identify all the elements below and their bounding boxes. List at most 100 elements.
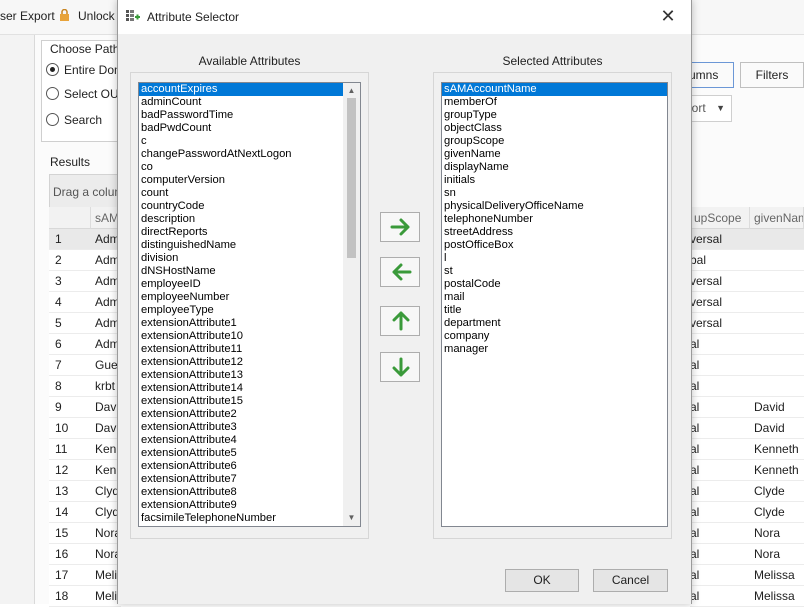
selected-attribute-item[interactable]: displayName [442, 161, 667, 174]
table-row[interactable]: versal [690, 271, 804, 292]
table-row[interactable]: 15 Nora [49, 523, 121, 544]
selected-attribute-item[interactable]: st [442, 265, 667, 278]
givenname-column-header[interactable]: givenNam [750, 207, 804, 229]
selected-attribute-item[interactable]: groupScope [442, 135, 667, 148]
close-icon[interactable]: ✕ [655, 4, 681, 30]
move-up-button[interactable] [380, 306, 420, 336]
available-attribute-item[interactable]: extensionAttribute9 [139, 499, 360, 512]
available-attribute-item[interactable]: co [139, 161, 360, 174]
table-row[interactable]: al [690, 334, 804, 355]
table-row[interactable]: versal [690, 229, 804, 250]
available-attribute-item[interactable]: extensionAttribute3 [139, 421, 360, 434]
available-attribute-item[interactable]: changePasswordAtNextLogon [139, 148, 360, 161]
table-row[interactable]: al David [690, 418, 804, 439]
available-attribute-item[interactable]: description [139, 213, 360, 226]
available-attribute-item[interactable]: count [139, 187, 360, 200]
table-row[interactable]: al Nora [690, 544, 804, 565]
table-row[interactable]: 8 krbt [49, 376, 121, 397]
available-attribute-item[interactable]: division [139, 252, 360, 265]
available-attribute-item[interactable]: extensionAttribute15 [139, 395, 360, 408]
remove-attribute-button[interactable] [380, 257, 420, 287]
available-attribute-item[interactable]: employeeNumber [139, 291, 360, 304]
available-attribute-item[interactable]: facsimileTelephoneNumber [139, 512, 360, 525]
scroll-down-icon[interactable]: ▼ [343, 511, 360, 525]
table-row[interactable]: 1 Adm [49, 229, 121, 250]
available-attribute-item[interactable]: extensionAttribute14 [139, 382, 360, 395]
scrollbar-thumb[interactable] [347, 98, 356, 258]
table-row[interactable]: 2 Adm [49, 250, 121, 271]
add-attribute-button[interactable] [380, 212, 420, 242]
selected-attribute-item[interactable]: streetAddress [442, 226, 667, 239]
available-attribute-item[interactable]: employeeType [139, 304, 360, 317]
selected-attribute-item[interactable]: company [442, 330, 667, 343]
available-attribute-item[interactable]: extensionAttribute4 [139, 434, 360, 447]
available-attribute-item[interactable]: distinguishedName [139, 239, 360, 252]
table-row[interactable]: 5 Adm [49, 313, 121, 334]
selected-attribute-item[interactable]: telephoneNumber [442, 213, 667, 226]
table-row[interactable]: al Clyde [690, 502, 804, 523]
table-row[interactable]: versal [690, 313, 804, 334]
selected-attribute-item[interactable]: objectClass [442, 122, 667, 135]
selected-attribute-item[interactable]: memberOf [442, 96, 667, 109]
table-row[interactable]: al [690, 376, 804, 397]
selected-attribute-item[interactable]: title [442, 304, 667, 317]
selected-attribute-item[interactable]: initials [442, 174, 667, 187]
available-attribute-item[interactable]: countryCode [139, 200, 360, 213]
selected-attribute-item[interactable]: physicalDeliveryOfficeName [442, 200, 667, 213]
radio-select-ou[interactable] [46, 87, 59, 100]
available-attribute-item[interactable]: extensionAttribute1 [139, 317, 360, 330]
available-attribute-item[interactable]: extensionAttribute13 [139, 369, 360, 382]
table-row[interactable]: 13 Clyd [49, 481, 121, 502]
available-attribute-item[interactable]: adminCount [139, 96, 360, 109]
available-attribute-item[interactable]: dNSHostName [139, 265, 360, 278]
table-row[interactable]: 14 Clyd [49, 502, 121, 523]
available-attribute-item[interactable]: computerVersion [139, 174, 360, 187]
available-attribute-item[interactable]: employeeID [139, 278, 360, 291]
table-row[interactable]: al Melissa [690, 565, 804, 586]
selected-attribute-item[interactable]: mail [442, 291, 667, 304]
available-attributes-list[interactable]: accountExpires adminCount badPasswordTime b… [138, 82, 361, 527]
available-attribute-item[interactable]: badPwdCount [139, 122, 360, 135]
unlock-button[interactable]: Unlock [78, 9, 115, 23]
table-row[interactable]: 16 Nora [49, 544, 121, 565]
selected-attribute-item[interactable]: postalCode [442, 278, 667, 291]
selected-attribute-item[interactable]: sAMAccountName [442, 83, 667, 96]
available-attribute-item[interactable]: extensionAttribute8 [139, 486, 360, 499]
selected-attribute-item[interactable]: department [442, 317, 667, 330]
table-row[interactable]: 9 Dav [49, 397, 121, 418]
table-row[interactable]: 11 Kenn [49, 439, 121, 460]
table-row[interactable]: 7 Gue [49, 355, 121, 376]
available-attribute-item[interactable]: extensionAttribute5 [139, 447, 360, 460]
radio-entire-domain[interactable] [46, 63, 59, 76]
scroll-up-icon[interactable]: ▲ [343, 84, 360, 98]
move-down-button[interactable] [380, 352, 420, 382]
available-attribute-item[interactable]: extensionAttribute7 [139, 473, 360, 486]
groupscope-column-header[interactable]: upScope [690, 207, 750, 229]
table-row[interactable]: 4 Adm [49, 292, 121, 313]
table-row[interactable]: al [690, 355, 804, 376]
table-row[interactable]: 6 Adm [49, 334, 121, 355]
user-export-button[interactable]: ser Export [0, 9, 55, 23]
ok-button[interactable]: OK [505, 569, 579, 592]
radio-search[interactable] [46, 113, 59, 126]
selected-attribute-item[interactable]: postOfficeBox [442, 239, 667, 252]
table-row[interactable]: al Kenneth [690, 460, 804, 481]
table-row[interactable]: 12 Kenn [49, 460, 121, 481]
table-row[interactable]: 3 Adm [49, 271, 121, 292]
available-attribute-item[interactable]: accountExpires [139, 83, 360, 96]
available-attribute-item[interactable]: extensionAttribute2 [139, 408, 360, 421]
table-row[interactable]: al David [690, 397, 804, 418]
available-attribute-item[interactable]: extensionAttribute12 [139, 356, 360, 369]
table-row[interactable]: al Clyde [690, 481, 804, 502]
available-attribute-item[interactable]: badPasswordTime [139, 109, 360, 122]
table-row[interactable]: al Kenneth [690, 439, 804, 460]
filters-button[interactable]: Filters [740, 62, 804, 88]
available-attribute-item[interactable]: c [139, 135, 360, 148]
available-attribute-item[interactable]: directReports [139, 226, 360, 239]
available-attribute-item[interactable]: extensionAttribute11 [139, 343, 360, 356]
selected-attribute-item[interactable]: sn [442, 187, 667, 200]
available-attribute-item[interactable]: extensionAttribute10 [139, 330, 360, 343]
selected-attributes-list[interactable]: sAMAccountName memberOf groupType objectCla… [441, 82, 668, 527]
cancel-button[interactable]: Cancel [593, 569, 668, 592]
selected-attribute-item[interactable]: manager [442, 343, 667, 356]
